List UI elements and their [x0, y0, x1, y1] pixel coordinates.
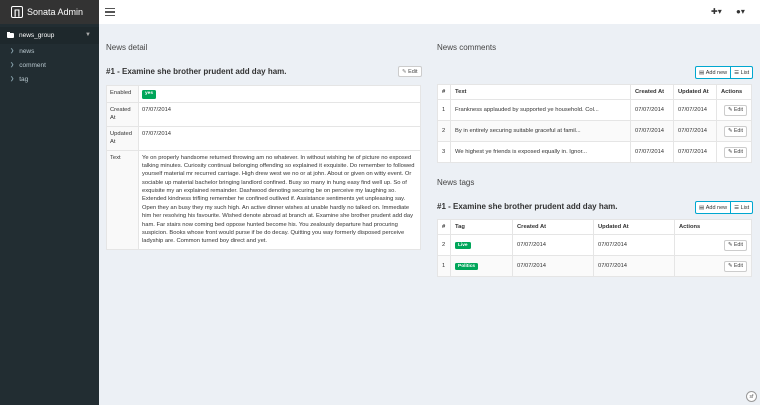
row-id: 1 — [437, 255, 451, 277]
news-comments-heading: News comments — [437, 43, 497, 52]
angle-right-icon: ❯ — [10, 76, 15, 82]
angle-right-icon: ❯ — [10, 62, 15, 68]
tag-badge: Live — [455, 241, 471, 249]
row-edit-button[interactable]: ✎ Edit — [723, 260, 747, 272]
comments-add-button[interactable]: ▤ Add new — [696, 67, 730, 78]
column-header: Tag — [450, 219, 513, 235]
chevron-down-icon: ▼ — [85, 32, 91, 38]
sidebar: ∏ Sonata Admin news_group ▼ ❯ news ❯ com… — [0, 0, 99, 405]
column-header: Updated At — [673, 84, 717, 100]
status-badge: yes — [142, 90, 157, 99]
detail-value: 07/07/2014 — [138, 101, 421, 127]
row-edit-button[interactable]: ✎ Edit — [723, 125, 747, 137]
menu-toggle-icon[interactable] — [105, 8, 115, 16]
column-header: Updated At — [593, 219, 675, 235]
row-id: 1 — [437, 99, 451, 121]
user-icon[interactable]: ●▾ — [736, 7, 745, 16]
tags-actions: ▤ Add new ☰ List — [695, 201, 754, 214]
row-created: 07/07/2014 — [512, 255, 594, 277]
detail-key: Enabled — [106, 85, 139, 103]
symfony-toolbar-icon[interactable]: sf — [746, 391, 757, 402]
table-row: 1 Frankness applauded by supported ye ho… — [437, 99, 752, 121]
table-row: 2 By in entirely securing suitable grace… — [437, 120, 752, 142]
sidebar-group-label: news_group — [19, 32, 55, 39]
sidebar-item-tag[interactable]: ❯ tag — [0, 72, 99, 86]
detail-table: Enabled yes Created At 07/07/2014 Update… — [106, 85, 421, 250]
main-content: News detail #1 - Examine she brother pru… — [99, 24, 760, 405]
row-updated: 07/07/2014 — [673, 99, 717, 121]
edit-icon: ✎ — [402, 68, 407, 75]
list-icon: ☰ — [734, 69, 740, 76]
detail-edit-button[interactable]: ✎ Edit — [398, 66, 422, 77]
detail-text-value: Ye on properly handsome returned throwin… — [138, 149, 421, 250]
top-navbar: ✚▾ ●▾ — [99, 0, 760, 24]
row-updated: 07/07/2014 — [673, 141, 717, 163]
table-row: 1 Politics 07/07/2014 07/07/2014 ✎ Edit — [437, 255, 752, 277]
sidebar-group-news[interactable]: news_group ▼ — [0, 27, 99, 44]
table-row: 3 We highest ye friends is exposed equal… — [437, 141, 752, 163]
row-id: 2 — [437, 234, 451, 256]
angle-right-icon: ❯ — [10, 48, 15, 54]
table-row: 2 Live 07/07/2014 07/07/2014 ✎ Edit — [437, 234, 752, 256]
row-text: Frankness applauded by supported ye hous… — [450, 99, 631, 121]
row-edit-button[interactable]: ✎ Edit — [723, 104, 747, 116]
row-updated: 07/07/2014 — [673, 120, 717, 142]
row-updated: 07/07/2014 — [593, 234, 675, 256]
tags-list-button[interactable]: ☰ List — [730, 202, 752, 213]
column-header: Created At — [512, 219, 594, 235]
detail-entity-title: #1 - Examine she brother prudent add day… — [106, 67, 287, 76]
row-edit-button[interactable]: ✎ Edit — [723, 239, 747, 251]
plus-icon: ▤ — [699, 69, 705, 76]
row-id: 2 — [437, 120, 451, 142]
row-id: 3 — [437, 141, 451, 163]
plus-icon: ▤ — [699, 204, 705, 211]
sidebar-item-label: tag — [19, 75, 29, 83]
detail-key: Updated At — [106, 125, 139, 151]
row-edit-button[interactable]: ✎ Edit — [723, 146, 747, 158]
sonata-logo-icon: ∏ — [11, 6, 23, 18]
row-text: By in entirely securing suitable gracefu… — [450, 120, 631, 142]
tags-add-button[interactable]: ▤ Add new — [696, 202, 730, 213]
row-created: 07/07/2014 — [630, 99, 674, 121]
app-logo[interactable]: ∏ Sonata Admin — [0, 0, 99, 24]
row-text: We highest ye friends is exposed equally… — [450, 141, 631, 163]
column-header: # — [437, 84, 451, 100]
tags-table: # Tag Created At Updated At Actions 2 Li… — [437, 219, 752, 277]
comments-list-button[interactable]: ☰ List — [730, 67, 752, 78]
sidebar-item-label: news — [19, 47, 35, 55]
plus-circle-icon[interactable]: ✚▾ — [711, 7, 722, 16]
comments-table: # Text Created At Updated At Actions 1 F… — [437, 84, 752, 163]
column-header: Created At — [630, 84, 674, 100]
tag-badge: Politics — [455, 262, 479, 270]
detail-value: 07/07/2014 — [138, 125, 421, 151]
sidebar-item-label: comment — [19, 61, 46, 69]
sidebar-item-comment[interactable]: ❯ comment — [0, 58, 99, 72]
list-icon: ☰ — [734, 204, 740, 211]
folder-icon — [7, 32, 14, 38]
column-header: Actions — [674, 219, 752, 235]
column-header: Actions — [716, 84, 752, 100]
row-created: 07/07/2014 — [630, 141, 674, 163]
sidebar-item-news[interactable]: ❯ news — [0, 44, 99, 58]
row-created: 07/07/2014 — [630, 120, 674, 142]
news-tags-heading: News tags — [437, 178, 475, 187]
detail-key: Text — [106, 149, 139, 250]
detail-key: Created At — [106, 101, 139, 127]
news-detail-heading: News detail — [106, 43, 148, 52]
row-updated: 07/07/2014 — [593, 255, 675, 277]
row-created: 07/07/2014 — [512, 234, 594, 256]
app-title: Sonata Admin — [27, 7, 84, 17]
tags-entity-title: #1 - Examine she brother prudent add day… — [437, 202, 618, 211]
comments-actions: ▤ Add new ☰ List — [695, 66, 754, 79]
column-header: Text — [450, 84, 631, 100]
column-header: # — [437, 219, 451, 235]
